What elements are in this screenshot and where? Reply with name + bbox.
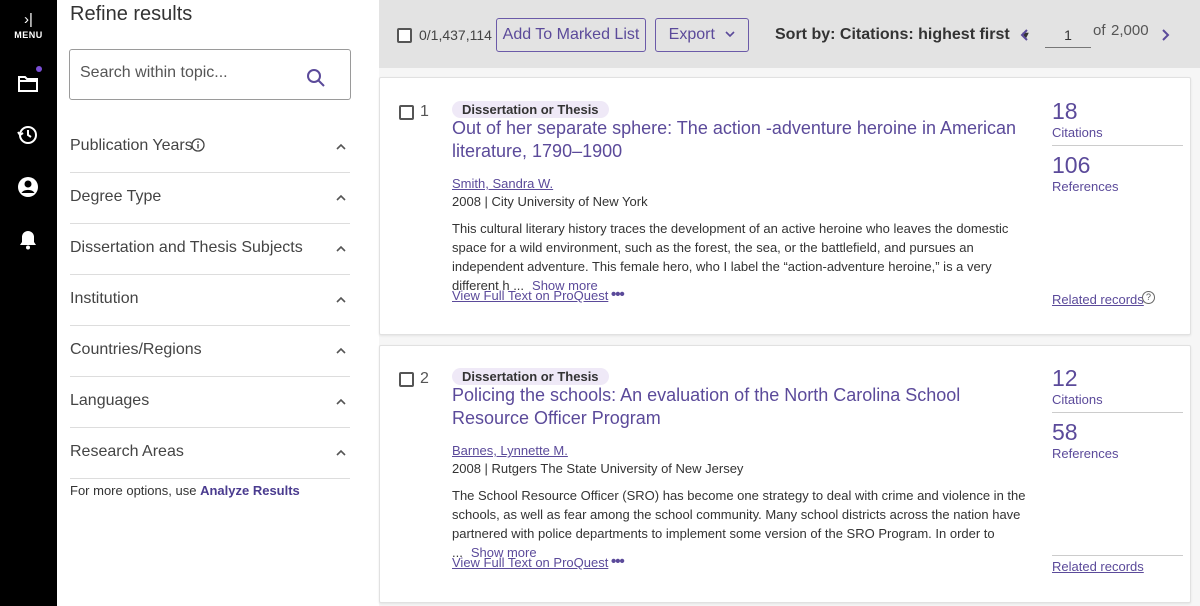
chevron-up-icon (336, 449, 346, 456)
facet-label: Countries/Regions (70, 341, 202, 358)
facet-label: Publication Years (70, 137, 193, 154)
topic-search-box (69, 49, 351, 100)
chevron-up-icon (336, 398, 346, 405)
folder-icon[interactable] (17, 72, 39, 94)
abstract-text: The School Resource Officer (SRO) has be… (452, 488, 1026, 560)
stat-divider (1052, 555, 1183, 556)
result-card: 1 Dissertation or Thesis Out of her sepa… (379, 77, 1191, 335)
chevron-up-icon (336, 245, 346, 252)
citations-label: Citations (1052, 392, 1103, 407)
next-page-icon[interactable] (1159, 28, 1171, 42)
info-icon[interactable] (191, 138, 205, 152)
topic-search-input[interactable] (80, 64, 300, 82)
stat-divider (1052, 145, 1183, 146)
stat-divider (1052, 412, 1183, 413)
facet-label: Research Areas (70, 443, 184, 460)
refine-title: Refine results (70, 3, 193, 25)
references-label: References (1052, 446, 1119, 461)
facet-publication-years[interactable]: Publication Years (70, 122, 350, 173)
references-label: References (1052, 179, 1119, 194)
sort-dropdown[interactable]: Sort by: Citations: highest first ▼ (775, 26, 1031, 44)
export-button[interactable]: Export (655, 18, 749, 52)
facet-thesis-subjects[interactable]: Dissertation and Thesis Subjects (70, 224, 350, 275)
add-to-marked-list-button[interactable]: Add To Marked List (496, 18, 646, 52)
sort-label: Sort by: (775, 26, 836, 43)
references-count[interactable]: 106 (1052, 152, 1090, 179)
page-of-label: of (1093, 22, 1106, 39)
result-abstract: This cultural literary history traces th… (452, 219, 1037, 295)
related-records-link[interactable]: Related records (1052, 292, 1144, 307)
facet-label: Languages (70, 392, 150, 409)
result-index: 1 (420, 103, 429, 120)
result-abstract: The School Resource Officer (SRO) has be… (452, 486, 1037, 562)
selected-count: 0/1,437,114 (419, 27, 492, 43)
references-count[interactable]: 58 (1052, 419, 1078, 446)
document-type-badge: Dissertation or Thesis (452, 368, 609, 385)
related-records-link[interactable]: Related records (1052, 559, 1144, 574)
citations-label: Citations (1052, 125, 1103, 140)
analyze-results-link[interactable]: Analyze Results (200, 483, 300, 498)
facet-research-areas[interactable]: Research Areas (70, 428, 350, 479)
result-meta: 2008 | Rutgers The State University of N… (452, 461, 744, 476)
result-title[interactable]: Policing the schools: An evaluation of t… (452, 384, 1022, 430)
menu-button[interactable]: ›| MENU (0, 10, 57, 40)
menu-label: MENU (14, 30, 43, 40)
chevron-down-icon (725, 31, 735, 38)
facet-label: Degree Type (70, 188, 162, 205)
search-icon[interactable] (306, 68, 326, 88)
result-checkbox[interactable] (399, 105, 414, 120)
previous-page-icon[interactable] (1019, 28, 1031, 42)
facet-degree-type[interactable]: Degree Type (70, 173, 350, 224)
facet-institution[interactable]: Institution (70, 275, 350, 326)
citations-count[interactable]: 18 (1052, 98, 1078, 125)
notification-dot (36, 66, 42, 72)
bell-icon[interactable] (17, 228, 39, 250)
sort-value: Citations: highest first (839, 26, 1010, 43)
more-options-text: For more options, use (70, 483, 197, 498)
more-options-icon[interactable]: ••• (611, 286, 625, 303)
export-label: Export (668, 26, 715, 43)
expand-icon: ›| (24, 11, 33, 28)
select-all-checkbox[interactable] (397, 28, 412, 43)
facet-label: Dissertation and Thesis Subjects (70, 239, 303, 256)
page-number-input[interactable] (1045, 22, 1091, 48)
citations-count[interactable]: 12 (1052, 365, 1078, 392)
result-checkbox[interactable] (399, 372, 414, 387)
result-meta: 2008 | City University of New York (452, 194, 648, 209)
facet-label: Institution (70, 290, 139, 307)
result-index: 2 (420, 370, 429, 387)
result-author[interactable]: Barnes, Lynnette M. (452, 443, 568, 458)
chevron-up-icon (336, 296, 346, 303)
view-full-text-link[interactable]: View Full Text on ProQuest (452, 555, 608, 570)
results-toolbar: 0/1,437,114 Add To Marked List Export So… (379, 0, 1200, 68)
refine-sidebar: Refine results Publication Years Degree … (57, 0, 379, 606)
facet-languages[interactable]: Languages (70, 377, 350, 428)
nav-rail: ›| MENU (0, 0, 57, 606)
more-options-icon[interactable]: ••• (611, 553, 625, 570)
chevron-up-icon (336, 347, 346, 354)
document-type-badge: Dissertation or Thesis (452, 101, 609, 118)
result-title[interactable]: Out of her separate sphere: The action -… (452, 117, 1022, 163)
history-icon[interactable] (17, 124, 39, 146)
result-card: 2 Dissertation or Thesis Policing the sc… (379, 345, 1191, 603)
view-full-text-link[interactable]: View Full Text on ProQuest (452, 288, 608, 303)
page-total: 2,000 (1111, 22, 1149, 39)
user-icon[interactable] (17, 176, 39, 198)
chevron-up-icon (336, 143, 346, 150)
chevron-up-icon (336, 194, 346, 201)
facet-countries-regions[interactable]: Countries/Regions (70, 326, 350, 377)
result-author[interactable]: Smith, Sandra W. (452, 176, 553, 191)
help-icon[interactable]: ? (1142, 291, 1155, 304)
more-options: For more options, use Analyze Results (70, 483, 300, 498)
